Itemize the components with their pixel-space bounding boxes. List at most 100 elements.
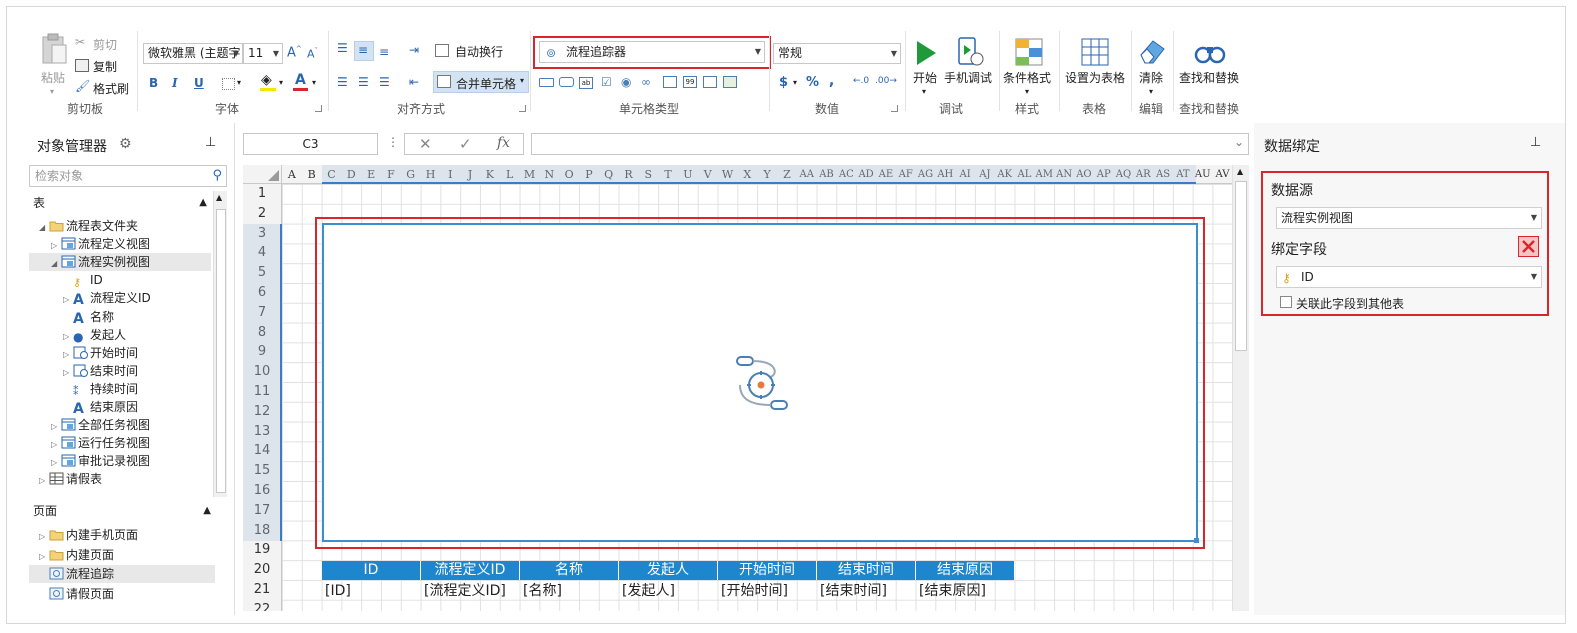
currency-button[interactable]: $ bbox=[779, 75, 788, 90]
grid-vertical-scrollbar[interactable]: ▲ bbox=[1232, 165, 1249, 611]
copy-button[interactable]: 复制 bbox=[75, 57, 135, 75]
table-data-cell[interactable]: [发起人] bbox=[619, 581, 718, 601]
align-right-icon[interactable]: ☰ bbox=[379, 75, 390, 89]
conditional-format-button[interactable]: 条件格式 ▾ bbox=[1003, 35, 1055, 99]
cell-type-select[interactable]: ⊚ 流程追踪器 ▼ bbox=[539, 41, 765, 63]
table-header-cell[interactable]: 结束时间 bbox=[817, 561, 916, 580]
link-field-checkbox[interactable] bbox=[1280, 296, 1292, 308]
merge-cells-button[interactable]: 合并单元格 ▾ bbox=[433, 71, 529, 93]
chevron-down-icon[interactable]: ▾ bbox=[237, 78, 241, 87]
tree-item[interactable]: ▷ 结束时间 bbox=[29, 362, 211, 380]
row-header[interactable]: 21 bbox=[243, 580, 281, 600]
process-tracker-cell[interactable] bbox=[322, 223, 1199, 543]
textbox-type-icon[interactable] bbox=[539, 78, 554, 87]
align-top-icon[interactable]: ☰ bbox=[337, 41, 348, 55]
fx-icon[interactable]: fx bbox=[497, 135, 510, 151]
tree-item[interactable]: ◢ 流程表文件夹 bbox=[29, 217, 211, 235]
tree-item[interactable]: ⁑ 持续时间 bbox=[29, 380, 211, 398]
find-replace-button[interactable]: 查找和替换 bbox=[1177, 35, 1243, 95]
data-source-select[interactable]: 流程实例视图 ▼ bbox=[1276, 207, 1542, 229]
align-left-icon[interactable]: ☰ bbox=[337, 75, 348, 89]
tree-item[interactable]: ▷ 请假表 bbox=[29, 470, 211, 488]
tree-item[interactable]: A 名称 bbox=[29, 308, 211, 326]
column-header[interactable]: AV bbox=[1213, 165, 1232, 184]
page-tree-item[interactable]: 流程追踪 bbox=[29, 565, 215, 583]
clear-button[interactable]: 清除 ▾ bbox=[1135, 35, 1169, 99]
percent-button[interactable]: % bbox=[806, 75, 819, 90]
increase-decimal-icon[interactable]: ←.0 bbox=[853, 76, 869, 86]
tree-scrollbar[interactable]: ▲ bbox=[213, 191, 227, 497]
chevron-up-icon[interactable]: ▲ bbox=[216, 193, 222, 202]
font-dialog-launcher-icon[interactable] bbox=[315, 105, 322, 112]
font-size-select[interactable]: 11 ▼ bbox=[243, 43, 283, 64]
number-format-select[interactable]: 常规 ▼ bbox=[773, 43, 901, 64]
row-header[interactable]: 22 bbox=[243, 600, 281, 611]
table-data-cell[interactable]: [结束原因] bbox=[916, 581, 1015, 601]
align-bottom-icon[interactable]: ≡ bbox=[379, 45, 389, 59]
chevron-down-icon[interactable]: ▾ bbox=[279, 78, 283, 87]
bind-field-select[interactable]: ⚷ ID ▼ bbox=[1276, 266, 1542, 288]
radio-type-icon[interactable]: ◉ bbox=[621, 75, 631, 89]
comma-button[interactable]: , bbox=[829, 73, 834, 89]
decrease-decimal-icon[interactable]: .00→ bbox=[875, 76, 897, 86]
chevron-up-icon[interactable]: ▲ bbox=[1237, 167, 1243, 176]
tree-item[interactable]: ▷ A 流程定义ID bbox=[29, 289, 211, 307]
checkbox-type-icon[interactable]: ☑ bbox=[601, 75, 612, 89]
table-data-cell[interactable]: [流程定义ID] bbox=[421, 581, 520, 601]
hyperlink-type-icon[interactable]: ∞ bbox=[641, 75, 651, 89]
expand-icon[interactable]: ▷ bbox=[39, 472, 49, 490]
tree-item[interactable]: ▷ 运行任务视图 bbox=[29, 434, 211, 452]
outdent-icon[interactable]: ⇤ bbox=[409, 75, 419, 89]
chevron-down-icon[interactable]: ⌄ bbox=[1234, 135, 1244, 149]
font-family-select[interactable]: 微软雅黑 (主题字 ▼ bbox=[143, 43, 243, 64]
row-header[interactable]: 1 bbox=[243, 184, 281, 204]
expand-icon[interactable]: ▷ bbox=[39, 528, 49, 546]
table-data-cell[interactable]: [开始时间] bbox=[718, 581, 817, 601]
bold-button[interactable]: B bbox=[149, 76, 158, 90]
image-type-icon[interactable] bbox=[723, 76, 737, 88]
tree-item[interactable]: ▷ 开始时间 bbox=[29, 344, 211, 362]
indent-icon[interactable]: ⇥ bbox=[409, 43, 419, 57]
column-header[interactable]: A bbox=[282, 165, 302, 184]
pin-icon[interactable]: ⊥ bbox=[205, 135, 216, 150]
row-header[interactable]: 20 bbox=[243, 560, 281, 580]
column-header[interactable]: B bbox=[302, 165, 322, 184]
pin-icon[interactable]: ⊥ bbox=[1530, 135, 1541, 150]
italic-button[interactable]: I bbox=[172, 76, 178, 90]
start-button[interactable]: 开始 ▾ bbox=[911, 35, 941, 99]
tree-item[interactable]: ◢ 流程实例视图 bbox=[29, 253, 211, 272]
table-data-cell[interactable]: [结束时间] bbox=[817, 581, 916, 601]
page-tree-item[interactable]: ▷ 内建页面 bbox=[29, 546, 215, 564]
table-header-cell[interactable]: 发起人 bbox=[619, 561, 718, 580]
button-type-icon[interactable] bbox=[559, 77, 574, 87]
cut-button[interactable]: ✂ 剪切 bbox=[75, 35, 135, 53]
cell-reference-box[interactable]: C3 bbox=[243, 133, 378, 155]
table-header-cell[interactable]: 流程定义ID bbox=[421, 561, 520, 580]
tree-item[interactable]: ▷ ● 发起人 bbox=[29, 326, 211, 344]
table-header-cell[interactable]: 名称 bbox=[520, 561, 619, 580]
align-center-icon[interactable]: ☰ bbox=[358, 75, 369, 89]
tree-item[interactable]: ▷ 流程定义视图 bbox=[29, 235, 211, 253]
table-header-cell[interactable]: 开始时间 bbox=[718, 561, 817, 580]
combobox-type-icon[interactable] bbox=[663, 76, 677, 88]
font-color-icon[interactable]: A bbox=[295, 72, 306, 88]
spreadsheet-grid[interactable]: A B C D E F G H I J K L M N O P Q R S T U V W X Y Z AA AB AC AD AE AF AG… bbox=[243, 165, 1232, 611]
alignment-dialog-launcher-icon[interactable] bbox=[519, 105, 526, 112]
number-type-icon[interactable]: 99 bbox=[683, 76, 697, 88]
search-input[interactable]: 检索对象 ⚲ bbox=[29, 165, 227, 187]
scroll-thumb[interactable] bbox=[216, 209, 226, 493]
table-data-cell[interactable]: [名称] bbox=[520, 581, 619, 601]
tree-item[interactable]: ▷ 审批记录视图 bbox=[29, 452, 211, 470]
fill-color-icon[interactable]: ◈ bbox=[261, 72, 272, 88]
table-header-cell[interactable]: 结束原因 bbox=[916, 561, 1015, 580]
more-icon[interactable]: ⋮ bbox=[387, 135, 399, 149]
wrap-text-button[interactable]: 自动换行 bbox=[433, 41, 523, 61]
underline-button[interactable]: U bbox=[194, 76, 204, 90]
format-painter-button[interactable]: 🖌 格式刷 bbox=[75, 79, 135, 97]
set-as-table-button[interactable]: 设置为表格 bbox=[1063, 35, 1127, 95]
tree-item[interactable]: ⚷ ID bbox=[29, 271, 211, 289]
tree-item[interactable]: A 结束原因 bbox=[29, 398, 211, 416]
table-type-icon[interactable] bbox=[703, 76, 717, 88]
page-tree-item[interactable]: 请假页面 bbox=[29, 585, 215, 603]
table-data-cell[interactable]: [ID] bbox=[322, 581, 421, 601]
